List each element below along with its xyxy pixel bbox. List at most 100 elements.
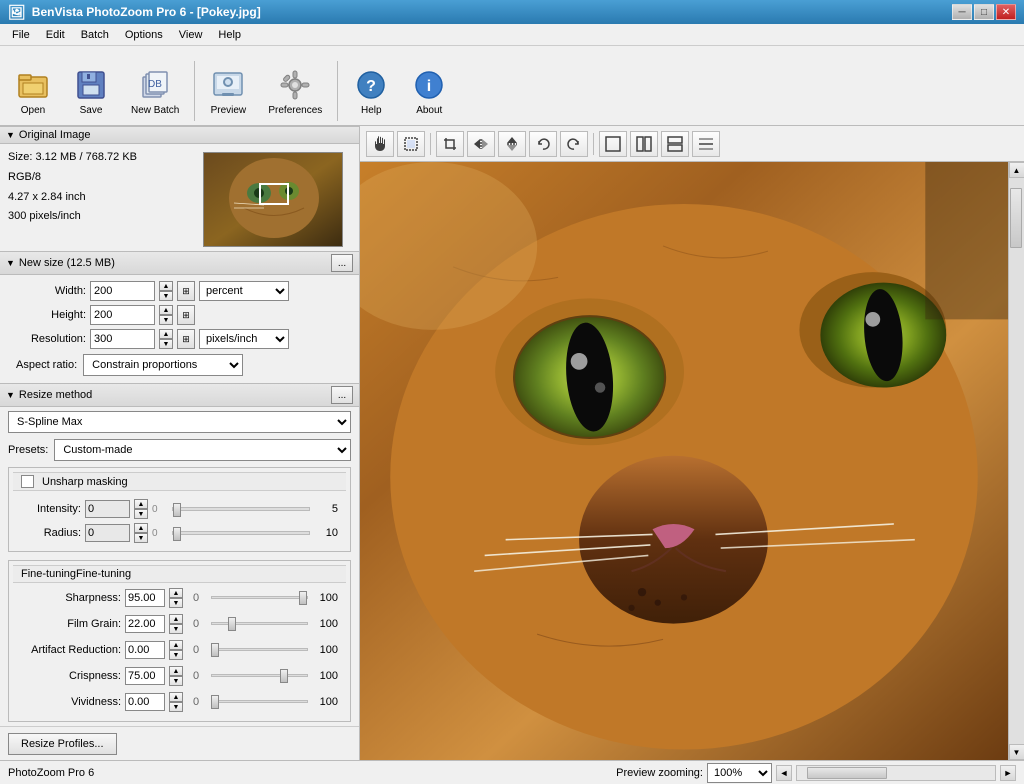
- view-split1-button[interactable]: [599, 131, 627, 157]
- save-button[interactable]: Save: [64, 62, 118, 121]
- aspect-select[interactable]: Constrain proportions Free: [83, 354, 243, 376]
- vscroll-track[interactable]: [1009, 178, 1024, 744]
- sharpness-up[interactable]: ▲: [169, 588, 183, 598]
- close-button[interactable]: ✕: [996, 4, 1016, 20]
- open-button[interactable]: Open: [6, 62, 60, 121]
- flip-h-button[interactable]: [467, 131, 495, 157]
- artifact-down[interactable]: ▼: [169, 650, 183, 660]
- method-select[interactable]: S-Spline Max S-Spline XL S-Spline Lanczo…: [8, 411, 351, 433]
- height-down[interactable]: ▼: [159, 315, 173, 325]
- sharpness-input[interactable]: [125, 589, 165, 607]
- radius-up[interactable]: ▲: [134, 523, 148, 533]
- width-down[interactable]: ▼: [159, 291, 173, 301]
- radius-thumb[interactable]: [173, 527, 181, 541]
- width-lock[interactable]: ⊞: [177, 281, 195, 301]
- crop-button[interactable]: [436, 131, 464, 157]
- hscroll-right[interactable]: ►: [1000, 765, 1016, 781]
- crispness-down[interactable]: ▼: [169, 676, 183, 686]
- vividness-thumb[interactable]: [211, 695, 219, 709]
- resize-profiles-button[interactable]: Resize Profiles...: [8, 733, 117, 755]
- image-area[interactable]: [360, 162, 1008, 760]
- hscroll-track[interactable]: [796, 765, 996, 781]
- minimize-button[interactable]: ─: [952, 4, 972, 20]
- menu-help[interactable]: Help: [210, 27, 249, 43]
- maximize-button[interactable]: □: [974, 4, 994, 20]
- radius-input[interactable]: [85, 524, 130, 542]
- preferences-button[interactable]: Preferences: [259, 62, 331, 121]
- vividness-down[interactable]: ▼: [169, 702, 183, 712]
- crispness-up[interactable]: ▲: [169, 666, 183, 676]
- resolution-lock[interactable]: ⊞: [177, 329, 195, 349]
- hscroll-thumb[interactable]: [807, 767, 887, 779]
- menu-edit[interactable]: Edit: [38, 27, 73, 43]
- sharpness-slider[interactable]: [211, 590, 308, 606]
- resolution-up[interactable]: ▲: [159, 329, 173, 339]
- menu-batch[interactable]: Batch: [73, 27, 117, 43]
- vscroll-thumb[interactable]: [1010, 188, 1022, 248]
- resolution-row: Resolution: ▲ ▼ ⊞ pixels/inch pixels/cm: [8, 327, 351, 351]
- intensity-thumb[interactable]: [173, 503, 181, 517]
- crispness-input[interactable]: [125, 667, 165, 685]
- resolution-down[interactable]: ▼: [159, 339, 173, 349]
- height-up[interactable]: ▲: [159, 305, 173, 315]
- rotate-cw-button[interactable]: [560, 131, 588, 157]
- intensity-input[interactable]: [85, 500, 130, 518]
- about-button[interactable]: i About: [402, 62, 456, 121]
- filmgrain-thumb[interactable]: [228, 617, 236, 631]
- resolution-unit-select[interactable]: pixels/inch pixels/cm: [199, 329, 289, 349]
- title-bar-controls[interactable]: ─ □ ✕: [952, 4, 1016, 20]
- zoom-select[interactable]: 25% 50% 75% 100% 125% 150% 200%: [707, 763, 772, 783]
- select-tool-button[interactable]: [397, 131, 425, 157]
- artifact-input[interactable]: [125, 641, 165, 659]
- rotate-ccw-button[interactable]: [529, 131, 557, 157]
- filmgrain-down[interactable]: ▼: [169, 624, 183, 634]
- filmgrain-input[interactable]: [125, 615, 165, 633]
- radius-track[interactable]: [172, 531, 310, 535]
- vertical-scrollbar[interactable]: ▲ ▼: [1008, 162, 1024, 760]
- resize-method-header[interactable]: ▼ Resize method ...: [0, 383, 359, 407]
- vividness-input[interactable]: [125, 693, 165, 711]
- filmgrain-up[interactable]: ▲: [169, 614, 183, 624]
- hscroll-left[interactable]: ◄: [776, 765, 792, 781]
- sharpness-thumb[interactable]: [299, 591, 307, 605]
- artifact-thumb[interactable]: [211, 643, 219, 657]
- width-up[interactable]: ▲: [159, 281, 173, 291]
- radius-down[interactable]: ▼: [134, 533, 148, 543]
- intensity-up[interactable]: ▲: [134, 499, 148, 509]
- menu-view[interactable]: View: [171, 27, 211, 43]
- crispness-thumb[interactable]: [280, 669, 288, 683]
- unit-select[interactable]: percent pixels inches cm: [199, 281, 289, 301]
- intensity-track[interactable]: [172, 507, 310, 511]
- presets-select[interactable]: Custom-made Default: [54, 439, 351, 461]
- new-size-header[interactable]: ▼ New size (12.5 MB) ...: [0, 251, 359, 275]
- crispness-slider[interactable]: [211, 668, 308, 684]
- vscroll-up[interactable]: ▲: [1009, 162, 1024, 178]
- menu-options[interactable]: Options: [117, 27, 171, 43]
- width-input[interactable]: [90, 281, 155, 301]
- preview-button[interactable]: Preview: [201, 62, 255, 121]
- view-split4-button[interactable]: [692, 131, 720, 157]
- vividness-max: 100: [314, 696, 338, 708]
- unsharp-checkbox[interactable]: [21, 475, 34, 488]
- height-lock[interactable]: ⊞: [177, 305, 195, 325]
- filmgrain-slider[interactable]: [211, 616, 308, 632]
- original-image-header[interactable]: ▼ Original Image: [0, 126, 359, 144]
- flip-v-button[interactable]: [498, 131, 526, 157]
- help-button[interactable]: ? Help: [344, 62, 398, 121]
- vscroll-down[interactable]: ▼: [1009, 744, 1024, 760]
- new-batch-button[interactable]: DB New Batch: [122, 62, 188, 121]
- sharpness-down[interactable]: ▼: [169, 598, 183, 608]
- vividness-slider[interactable]: [211, 694, 308, 710]
- resize-method-options-button[interactable]: ...: [331, 386, 353, 404]
- view-split2-button[interactable]: [630, 131, 658, 157]
- artifact-up[interactable]: ▲: [169, 640, 183, 650]
- vividness-up[interactable]: ▲: [169, 692, 183, 702]
- resolution-input[interactable]: [90, 329, 155, 349]
- hand-tool-button[interactable]: [366, 131, 394, 157]
- height-input[interactable]: [90, 305, 155, 325]
- view-split3-button[interactable]: [661, 131, 689, 157]
- new-size-options-button[interactable]: ...: [331, 254, 353, 272]
- artifact-slider[interactable]: [211, 642, 308, 658]
- menu-file[interactable]: File: [4, 27, 38, 43]
- intensity-down[interactable]: ▼: [134, 509, 148, 519]
